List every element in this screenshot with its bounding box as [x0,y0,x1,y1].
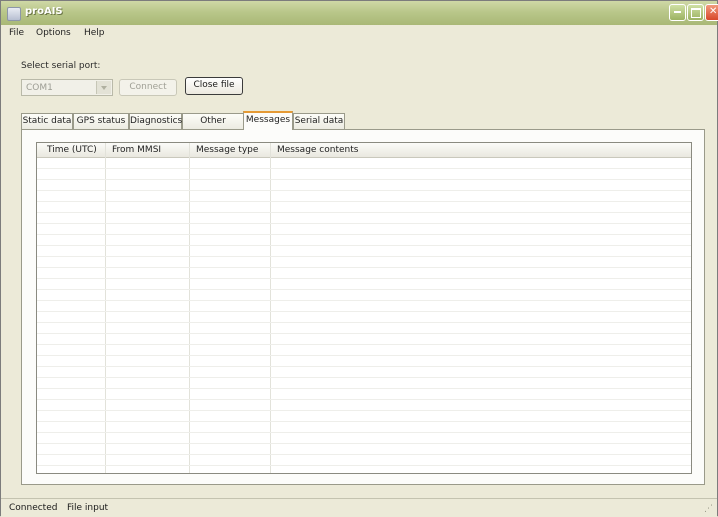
app-window: proAIS ✕ File Options Help Select serial… [0,0,718,517]
table-row-line [37,344,691,345]
window-title: proAIS [25,6,63,17]
table-row-line [37,179,691,180]
messages-table[interactable]: Time (UTC) From MMSI Message type Messag… [36,142,692,474]
table-row-line [37,388,691,389]
close-window-button[interactable]: ✕ [705,4,718,21]
column-divider [270,143,271,473]
tab-diagnostics[interactable]: Diagnostics [129,113,182,129]
menu-options[interactable]: Options [36,28,71,38]
table-row-line [37,421,691,422]
title-bar[interactable]: proAIS ✕ [1,1,718,26]
serial-port-select[interactable]: COM1 [21,79,113,96]
column-divider [105,143,106,473]
table-row-line [37,278,691,279]
column-time[interactable]: Time (UTC) [47,145,97,155]
serial-port-value: COM1 [26,83,53,93]
table-row-line [37,333,691,334]
maximize-icon [691,8,701,18]
close-icon: ✕ [709,6,718,17]
serial-port-label: Select serial port: [21,61,101,71]
table-row-line [37,311,691,312]
table-row-line [37,465,691,466]
status-bar: Connected File input ⋰ [1,498,717,517]
table-row-line [37,234,691,235]
table-row-line [37,355,691,356]
table-row-line [37,300,691,301]
tab-other-vessels[interactable]: Other Vessels [182,113,244,141]
tab-gps-status[interactable]: GPS status [73,113,129,129]
maximize-button[interactable] [687,4,704,21]
table-header: Time (UTC) From MMSI Message type Messag… [37,143,691,158]
table-row-line [37,322,691,323]
menu-help[interactable]: Help [84,28,105,38]
table-row-line [37,443,691,444]
close-file-button[interactable]: Close file [185,77,243,95]
connection-status: Connected [9,503,58,513]
table-row-line [37,223,691,224]
tab-static-data[interactable]: Static data [21,113,73,129]
table-row-line [37,256,691,257]
chevron-down-icon[interactable] [96,81,111,94]
table-row-line [37,410,691,411]
tab-messages[interactable]: Messages [243,111,293,130]
table-row-line [37,267,691,268]
column-from-mmsi[interactable]: From MMSI [112,145,161,155]
minimize-icon [674,11,681,13]
resize-grip-icon[interactable]: ⋰ [704,504,714,514]
table-row-line [37,399,691,400]
table-row-line [37,245,691,246]
table-row-line [37,201,691,202]
column-message-type[interactable]: Message type [196,145,258,155]
menu-file[interactable]: File [9,28,24,38]
table-row-line [37,366,691,367]
minimize-button[interactable] [669,4,686,21]
messages-panel: Time (UTC) From MMSI Message type Messag… [21,129,705,485]
table-row-line [37,168,691,169]
tab-serial-data[interactable]: Serial data [293,113,345,129]
table-row-line [37,432,691,433]
app-icon [7,7,21,21]
table-row-line [37,454,691,455]
column-divider [189,143,190,473]
input-mode-status: File input [67,503,109,513]
table-row-line [37,377,691,378]
table-row-line [37,212,691,213]
column-message-contents[interactable]: Message contents [277,145,358,155]
menu-bar: File Options Help [1,25,717,41]
table-row-line [37,190,691,191]
table-row-line [37,289,691,290]
connect-button[interactable]: Connect [119,79,177,96]
